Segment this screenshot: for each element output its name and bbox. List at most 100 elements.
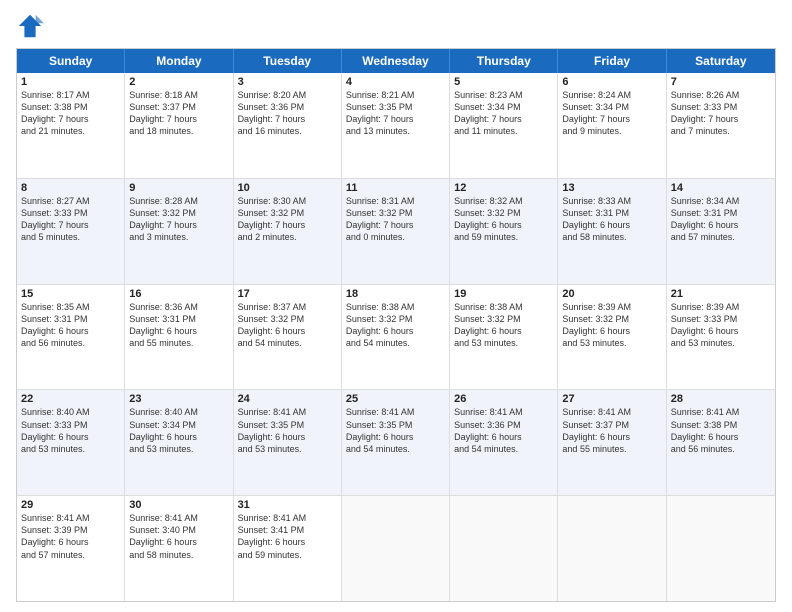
calendar-cell: 26Sunrise: 8:41 AMSunset: 3:36 PMDayligh… bbox=[450, 390, 558, 495]
calendar-cell: 2Sunrise: 8:18 AMSunset: 3:37 PMDaylight… bbox=[125, 73, 233, 178]
day-number: 25 bbox=[346, 393, 445, 405]
cell-daylight-info: Sunrise: 8:33 AMSunset: 3:31 PMDaylight:… bbox=[562, 195, 661, 244]
calendar-cell: 7Sunrise: 8:26 AMSunset: 3:33 PMDaylight… bbox=[667, 73, 775, 178]
calendar-cell: 5Sunrise: 8:23 AMSunset: 3:34 PMDaylight… bbox=[450, 73, 558, 178]
cell-daylight-info: Sunrise: 8:40 AMSunset: 3:34 PMDaylight:… bbox=[129, 406, 228, 455]
cell-daylight-info: Sunrise: 8:41 AMSunset: 3:37 PMDaylight:… bbox=[562, 406, 661, 455]
day-number: 21 bbox=[671, 288, 771, 300]
calendar-cell: 24Sunrise: 8:41 AMSunset: 3:35 PMDayligh… bbox=[234, 390, 342, 495]
calendar-cell: 15Sunrise: 8:35 AMSunset: 3:31 PMDayligh… bbox=[17, 285, 125, 390]
day-number: 26 bbox=[454, 393, 553, 405]
calendar-cell: 29Sunrise: 8:41 AMSunset: 3:39 PMDayligh… bbox=[17, 496, 125, 601]
logo bbox=[16, 12, 48, 40]
calendar-cell: 21Sunrise: 8:39 AMSunset: 3:33 PMDayligh… bbox=[667, 285, 775, 390]
calendar-cell: 3Sunrise: 8:20 AMSunset: 3:36 PMDaylight… bbox=[234, 73, 342, 178]
calendar-cell: 17Sunrise: 8:37 AMSunset: 3:32 PMDayligh… bbox=[234, 285, 342, 390]
calendar-cell: 12Sunrise: 8:32 AMSunset: 3:32 PMDayligh… bbox=[450, 179, 558, 284]
cell-daylight-info: Sunrise: 8:31 AMSunset: 3:32 PMDaylight:… bbox=[346, 195, 445, 244]
calendar-cell: 10Sunrise: 8:30 AMSunset: 3:32 PMDayligh… bbox=[234, 179, 342, 284]
day-number: 27 bbox=[562, 393, 661, 405]
calendar-cell bbox=[342, 496, 450, 601]
calendar-cell: 27Sunrise: 8:41 AMSunset: 3:37 PMDayligh… bbox=[558, 390, 666, 495]
day-number: 14 bbox=[671, 182, 771, 194]
calendar-cell: 9Sunrise: 8:28 AMSunset: 3:32 PMDaylight… bbox=[125, 179, 233, 284]
day-number: 23 bbox=[129, 393, 228, 405]
day-number: 15 bbox=[21, 288, 120, 300]
calendar-cell: 20Sunrise: 8:39 AMSunset: 3:32 PMDayligh… bbox=[558, 285, 666, 390]
cell-daylight-info: Sunrise: 8:36 AMSunset: 3:31 PMDaylight:… bbox=[129, 301, 228, 350]
cell-daylight-info: Sunrise: 8:34 AMSunset: 3:31 PMDaylight:… bbox=[671, 195, 771, 244]
calendar-header-day: Sunday bbox=[17, 49, 125, 73]
cell-daylight-info: Sunrise: 8:35 AMSunset: 3:31 PMDaylight:… bbox=[21, 301, 120, 350]
logo-icon bbox=[16, 12, 44, 40]
day-number: 5 bbox=[454, 76, 553, 88]
day-number: 17 bbox=[238, 288, 337, 300]
day-number: 24 bbox=[238, 393, 337, 405]
cell-daylight-info: Sunrise: 8:26 AMSunset: 3:33 PMDaylight:… bbox=[671, 89, 771, 138]
calendar: SundayMondayTuesdayWednesdayThursdayFrid… bbox=[16, 48, 776, 602]
day-number: 8 bbox=[21, 182, 120, 194]
calendar-cell bbox=[558, 496, 666, 601]
day-number: 4 bbox=[346, 76, 445, 88]
day-number: 9 bbox=[129, 182, 228, 194]
calendar-cell: 31Sunrise: 8:41 AMSunset: 3:41 PMDayligh… bbox=[234, 496, 342, 601]
cell-daylight-info: Sunrise: 8:41 AMSunset: 3:35 PMDaylight:… bbox=[346, 406, 445, 455]
day-number: 13 bbox=[562, 182, 661, 194]
calendar-week-row: 22Sunrise: 8:40 AMSunset: 3:33 PMDayligh… bbox=[17, 390, 775, 496]
day-number: 6 bbox=[562, 76, 661, 88]
calendar-header-day: Wednesday bbox=[342, 49, 450, 73]
cell-daylight-info: Sunrise: 8:24 AMSunset: 3:34 PMDaylight:… bbox=[562, 89, 661, 138]
day-number: 11 bbox=[346, 182, 445, 194]
day-number: 31 bbox=[238, 499, 337, 511]
day-number: 12 bbox=[454, 182, 553, 194]
cell-daylight-info: Sunrise: 8:28 AMSunset: 3:32 PMDaylight:… bbox=[129, 195, 228, 244]
calendar-cell: 19Sunrise: 8:38 AMSunset: 3:32 PMDayligh… bbox=[450, 285, 558, 390]
calendar-cell bbox=[667, 496, 775, 601]
cell-daylight-info: Sunrise: 8:20 AMSunset: 3:36 PMDaylight:… bbox=[238, 89, 337, 138]
calendar-cell: 28Sunrise: 8:41 AMSunset: 3:38 PMDayligh… bbox=[667, 390, 775, 495]
day-number: 7 bbox=[671, 76, 771, 88]
calendar-header-day: Monday bbox=[125, 49, 233, 73]
calendar-cell bbox=[450, 496, 558, 601]
day-number: 1 bbox=[21, 76, 120, 88]
calendar-cell: 1Sunrise: 8:17 AMSunset: 3:38 PMDaylight… bbox=[17, 73, 125, 178]
cell-daylight-info: Sunrise: 8:38 AMSunset: 3:32 PMDaylight:… bbox=[454, 301, 553, 350]
calendar-header: SundayMondayTuesdayWednesdayThursdayFrid… bbox=[17, 49, 775, 73]
cell-daylight-info: Sunrise: 8:39 AMSunset: 3:33 PMDaylight:… bbox=[671, 301, 771, 350]
cell-daylight-info: Sunrise: 8:21 AMSunset: 3:35 PMDaylight:… bbox=[346, 89, 445, 138]
cell-daylight-info: Sunrise: 8:23 AMSunset: 3:34 PMDaylight:… bbox=[454, 89, 553, 138]
day-number: 20 bbox=[562, 288, 661, 300]
day-number: 29 bbox=[21, 499, 120, 511]
day-number: 18 bbox=[346, 288, 445, 300]
calendar-week-row: 15Sunrise: 8:35 AMSunset: 3:31 PMDayligh… bbox=[17, 285, 775, 391]
day-number: 28 bbox=[671, 393, 771, 405]
calendar-cell: 11Sunrise: 8:31 AMSunset: 3:32 PMDayligh… bbox=[342, 179, 450, 284]
cell-daylight-info: Sunrise: 8:41 AMSunset: 3:39 PMDaylight:… bbox=[21, 512, 120, 561]
calendar-cell: 4Sunrise: 8:21 AMSunset: 3:35 PMDaylight… bbox=[342, 73, 450, 178]
calendar-cell: 16Sunrise: 8:36 AMSunset: 3:31 PMDayligh… bbox=[125, 285, 233, 390]
day-number: 16 bbox=[129, 288, 228, 300]
calendar-body: 1Sunrise: 8:17 AMSunset: 3:38 PMDaylight… bbox=[17, 73, 775, 601]
calendar-week-row: 29Sunrise: 8:41 AMSunset: 3:39 PMDayligh… bbox=[17, 496, 775, 601]
cell-daylight-info: Sunrise: 8:27 AMSunset: 3:33 PMDaylight:… bbox=[21, 195, 120, 244]
calendar-cell: 8Sunrise: 8:27 AMSunset: 3:33 PMDaylight… bbox=[17, 179, 125, 284]
cell-daylight-info: Sunrise: 8:39 AMSunset: 3:32 PMDaylight:… bbox=[562, 301, 661, 350]
calendar-cell: 22Sunrise: 8:40 AMSunset: 3:33 PMDayligh… bbox=[17, 390, 125, 495]
calendar-cell: 6Sunrise: 8:24 AMSunset: 3:34 PMDaylight… bbox=[558, 73, 666, 178]
day-number: 30 bbox=[129, 499, 228, 511]
cell-daylight-info: Sunrise: 8:41 AMSunset: 3:38 PMDaylight:… bbox=[671, 406, 771, 455]
calendar-cell: 18Sunrise: 8:38 AMSunset: 3:32 PMDayligh… bbox=[342, 285, 450, 390]
calendar-cell: 23Sunrise: 8:40 AMSunset: 3:34 PMDayligh… bbox=[125, 390, 233, 495]
day-number: 2 bbox=[129, 76, 228, 88]
cell-daylight-info: Sunrise: 8:18 AMSunset: 3:37 PMDaylight:… bbox=[129, 89, 228, 138]
cell-daylight-info: Sunrise: 8:30 AMSunset: 3:32 PMDaylight:… bbox=[238, 195, 337, 244]
day-number: 19 bbox=[454, 288, 553, 300]
day-number: 22 bbox=[21, 393, 120, 405]
calendar-week-row: 8Sunrise: 8:27 AMSunset: 3:33 PMDaylight… bbox=[17, 179, 775, 285]
page: SundayMondayTuesdayWednesdayThursdayFrid… bbox=[0, 0, 792, 612]
calendar-header-day: Thursday bbox=[450, 49, 558, 73]
cell-daylight-info: Sunrise: 8:41 AMSunset: 3:40 PMDaylight:… bbox=[129, 512, 228, 561]
day-number: 10 bbox=[238, 182, 337, 194]
header bbox=[16, 12, 776, 40]
cell-daylight-info: Sunrise: 8:41 AMSunset: 3:36 PMDaylight:… bbox=[454, 406, 553, 455]
